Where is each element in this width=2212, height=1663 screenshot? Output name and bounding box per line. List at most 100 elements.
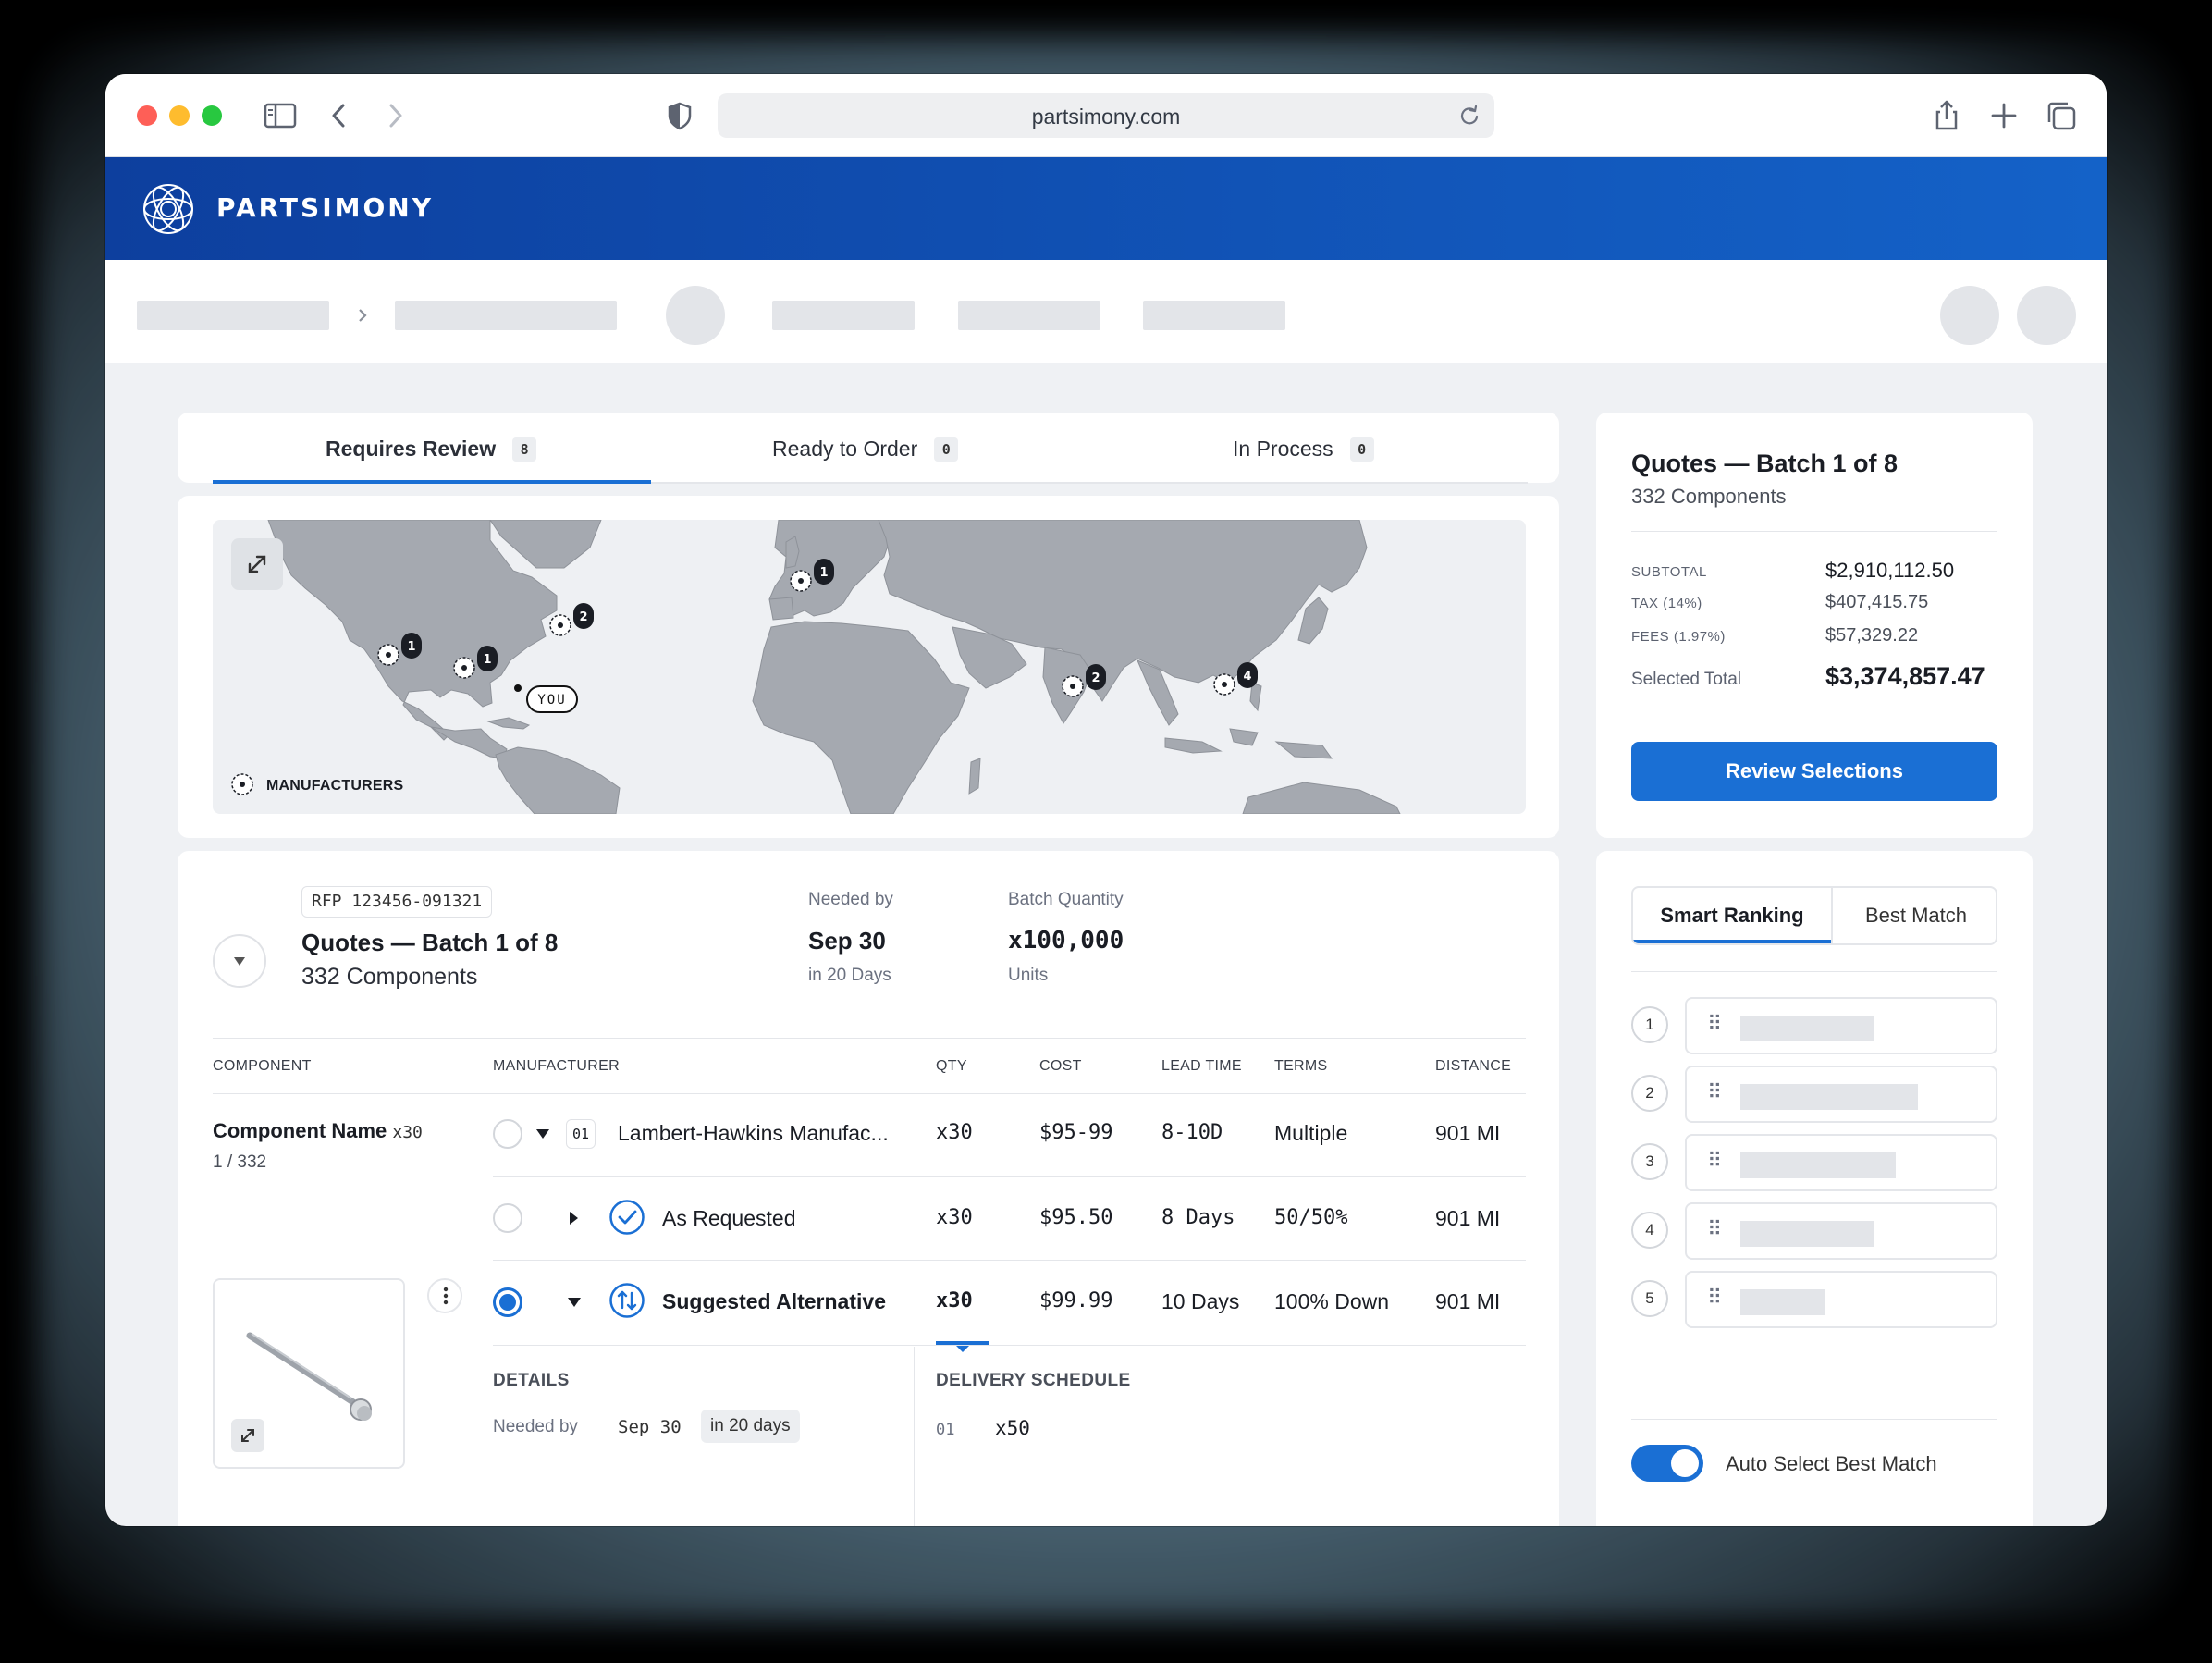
you-location-dot <box>514 684 522 692</box>
row-lead-time: 10 Days <box>1161 1289 1240 1313</box>
maximize-window-button[interactable] <box>202 105 222 126</box>
component-image[interactable] <box>213 1278 405 1469</box>
share-icon[interactable] <box>1927 96 1966 135</box>
quote-summary-card: Quotes — Batch 1 of 8 332 Components SUB… <box>1596 413 2033 838</box>
reload-icon[interactable] <box>1457 104 1481 128</box>
rank-slot[interactable]: ⠿ <box>1685 997 1997 1054</box>
nav-item-placeholder[interactable] <box>958 301 1100 330</box>
row-select-radio[interactable] <box>493 1203 522 1233</box>
sidebar-icon[interactable] <box>261 96 300 135</box>
row-cost: $95-99 <box>1039 1121 1113 1144</box>
row-lead-time: 8 Days <box>1161 1206 1235 1229</box>
url-text: partsimony.com <box>1031 105 1181 129</box>
tab-label: Ready to Order <box>772 437 918 461</box>
tax-label: TAX (14%) <box>1631 596 1702 611</box>
map-expand-button[interactable] <box>231 538 283 590</box>
nav-item-placeholder[interactable] <box>772 301 915 330</box>
rank-number: 1 <box>1631 1006 1668 1043</box>
subtotal-label: SUBTOTAL <box>1631 564 1707 580</box>
row-cost: $99.99 <box>1039 1289 1113 1312</box>
column-header-distance[interactable]: DISTANCE <box>1435 1058 1511 1075</box>
needed-by-date: Sep 30 <box>808 927 886 955</box>
divider <box>1631 1419 1997 1420</box>
column-header-cost[interactable]: COST <box>1039 1058 1082 1075</box>
active-tab-indicator <box>213 480 651 484</box>
column-header-manufacturer[interactable]: MANUFACTURER <box>493 1058 620 1075</box>
back-icon[interactable] <box>320 96 359 135</box>
summary-subtitle: 332 Components <box>1631 485 1787 508</box>
details-heading: DETAILS <box>493 1371 570 1390</box>
avatar-placeholder[interactable] <box>666 286 725 345</box>
forward-icon[interactable] <box>375 96 414 135</box>
rank-slot[interactable]: ⠿ <box>1685 1202 1997 1260</box>
rank-number: 2 <box>1631 1075 1668 1112</box>
caret-down-icon[interactable] <box>535 1127 551 1141</box>
tab-ready-to-order[interactable]: Ready to Order 0 <box>772 437 959 462</box>
row-cost: $95.50 <box>1039 1206 1113 1229</box>
drag-handle-icon[interactable]: ⠿ <box>1707 1012 1722 1036</box>
rank-slot[interactable]: ⠿ <box>1685 1271 1997 1328</box>
batch-quantity-unit: Units <box>1008 966 1049 985</box>
new-tab-icon[interactable] <box>1985 96 2023 135</box>
review-selections-button[interactable]: Review Selections <box>1631 742 1997 801</box>
column-header-component[interactable]: COMPONENT <box>213 1058 312 1075</box>
component-name[interactable]: Component Name x30 <box>213 1119 423 1143</box>
caret-down-icon[interactable] <box>566 1295 583 1310</box>
column-header-lead-time[interactable]: LEAD TIME <box>1161 1058 1242 1075</box>
rank-placeholder <box>1740 1221 1874 1247</box>
delivery-index: 01 <box>936 1421 955 1439</box>
caret-right-icon[interactable] <box>566 1210 581 1226</box>
drag-handle-icon[interactable]: ⠿ <box>1707 1149 1722 1173</box>
tab-smart-ranking[interactable]: Smart Ranking <box>1633 888 1833 943</box>
image-expand-button[interactable] <box>231 1419 264 1452</box>
rank-placeholder <box>1740 1289 1825 1315</box>
tab-requires-review[interactable]: Requires Review 8 <box>326 437 537 462</box>
rank-slot[interactable]: ⠿ <box>1685 1134 1997 1191</box>
user-avatar-placeholder[interactable] <box>2017 286 2076 345</box>
expand-icon <box>241 1429 254 1442</box>
close-window-button[interactable] <box>137 105 157 126</box>
tab-label: Requires Review <box>326 437 497 461</box>
brand-header: PARTSIMONY <box>105 157 2107 260</box>
divider <box>1631 971 1997 972</box>
tab-best-match[interactable]: Best Match <box>1833 888 1996 943</box>
rank-number: 5 <box>1631 1280 1668 1317</box>
browser-toolbar: partsimony.com <box>105 74 2107 157</box>
minimize-window-button[interactable] <box>169 105 190 126</box>
row-distance: 901 MI <box>1435 1121 1501 1145</box>
nav-item-placeholder[interactable] <box>1143 301 1285 330</box>
rank-slot[interactable]: ⠿ <box>1685 1066 1997 1123</box>
column-header-qty[interactable]: QTY <box>936 1058 967 1075</box>
rank-placeholder <box>1740 1016 1874 1041</box>
row-select-radio-selected[interactable] <box>493 1287 522 1317</box>
batch-quantity-value: x100,000 <box>1008 927 1124 955</box>
tab-overview-icon[interactable] <box>2042 96 2081 135</box>
marker-count: 2 <box>1091 671 1100 685</box>
fees-value: $57,329.22 <box>1825 625 1919 646</box>
shield-icon[interactable] <box>660 96 699 135</box>
auto-select-toggle[interactable] <box>1631 1445 1703 1482</box>
divider <box>493 1176 1526 1177</box>
rank-placeholder <box>1740 1084 1918 1110</box>
breadcrumb-placeholder[interactable] <box>395 301 617 330</box>
more-options-button[interactable] <box>427 1278 462 1313</box>
tab-in-process[interactable]: In Process 0 <box>1233 437 1374 462</box>
drag-handle-icon[interactable]: ⠿ <box>1707 1286 1722 1310</box>
divider <box>493 1345 1526 1346</box>
address-bar[interactable]: partsimony.com <box>718 93 1494 138</box>
collapse-batch-button[interactable] <box>213 934 266 988</box>
divider <box>493 1260 1526 1261</box>
breadcrumb-placeholder[interactable] <box>137 301 329 330</box>
user-avatar-placeholder[interactable] <box>1940 286 1999 345</box>
row-distance: 901 MI <box>1435 1289 1501 1313</box>
drag-handle-icon[interactable]: ⠿ <box>1707 1080 1722 1104</box>
total-value: $3,374,857.47 <box>1825 662 1985 690</box>
fees-label: FEES (1.97%) <box>1631 629 1726 645</box>
row-qty: x30 <box>936 1289 973 1312</box>
partsimony-logo-icon[interactable] <box>141 181 196 237</box>
row-select-radio[interactable] <box>493 1119 522 1149</box>
status-tabs: Requires Review 8 Ready to Order 0 In Proc… <box>178 413 1559 484</box>
column-header-terms[interactable]: TERMS <box>1274 1058 1328 1075</box>
world-map[interactable]: YOU 1 1 2 1 2 4 MANUFACTURERS <box>213 520 1526 814</box>
drag-handle-icon[interactable]: ⠿ <box>1707 1217 1722 1241</box>
